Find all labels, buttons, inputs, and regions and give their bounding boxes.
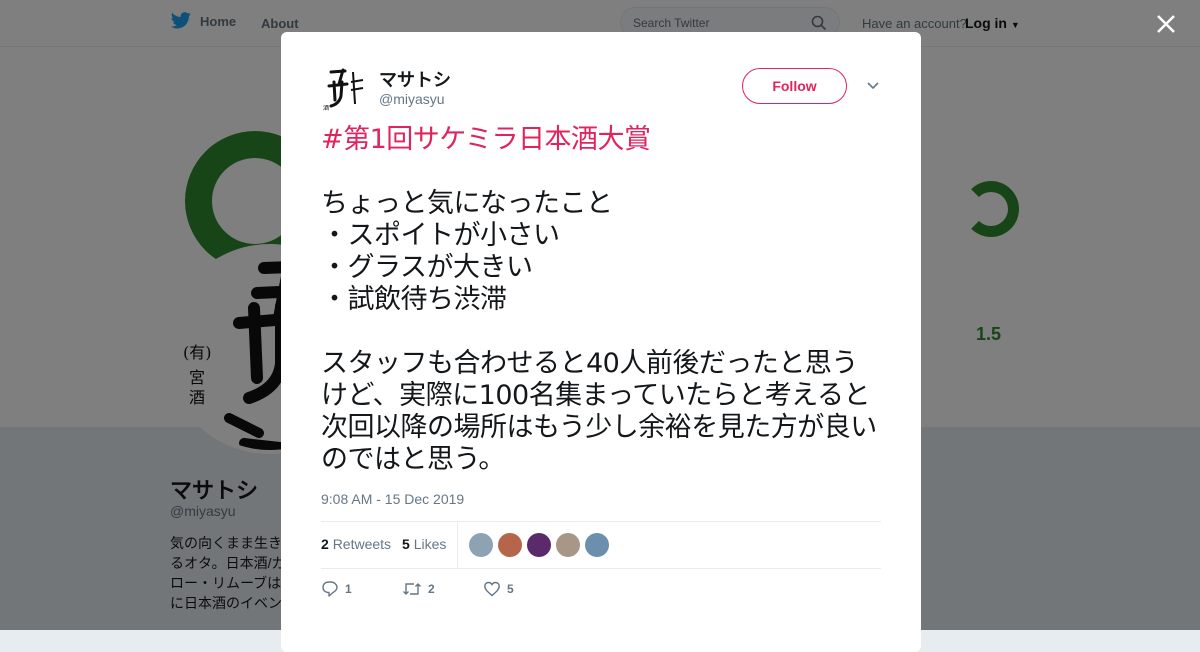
retweet-count: 2 bbox=[428, 582, 435, 596]
stats-divider bbox=[457, 522, 458, 569]
like-count: 5 bbox=[507, 582, 514, 596]
tweet-author-avatar[interactable]: 酒 bbox=[321, 64, 369, 112]
svg-text:酒: 酒 bbox=[323, 104, 329, 112]
tweet-timestamp[interactable]: 9:08 AM - 15 Dec 2019 bbox=[321, 491, 464, 507]
likes-label: Likes bbox=[413, 536, 447, 552]
liker-avatars bbox=[469, 533, 609, 557]
retweet-icon bbox=[403, 583, 421, 595]
follow-button[interactable]: Follow bbox=[742, 68, 847, 104]
retweets-stat[interactable]: 2 Retweets bbox=[321, 536, 391, 552]
tweet-actions: 1 2 5 bbox=[321, 580, 564, 598]
reply-icon bbox=[322, 581, 338, 597]
tweet-modal: 酒 マサトシ @miyasyu Follow #第1回サケミラ日本酒大賞 ちょっ… bbox=[281, 32, 921, 652]
tweet-body: ちょっと気になったこと ・スポイトが小さい ・グラスが大きい ・試飲待ち渋滞 ス… bbox=[321, 188, 877, 475]
calligraphy-avatar-icon: 酒 bbox=[321, 64, 369, 112]
retweet-button[interactable]: 2 bbox=[402, 580, 483, 598]
tweet-author-handle[interactable]: @miyasyu bbox=[379, 91, 445, 107]
chevron-down-icon[interactable] bbox=[866, 81, 880, 91]
likes-stat[interactable]: 5 Likes bbox=[402, 536, 446, 552]
tweet-stats: 2 Retweets 5 Likes bbox=[321, 521, 881, 569]
liker-avatar[interactable] bbox=[527, 533, 551, 557]
tweet-text: #第1回サケミラ日本酒大賞 ちょっと気になったこと ・スポイトが小さい ・グラス… bbox=[321, 124, 881, 476]
reply-count: 1 bbox=[345, 582, 352, 596]
liker-avatar[interactable] bbox=[469, 533, 493, 557]
tweet-author-name[interactable]: マサトシ bbox=[379, 66, 451, 92]
liker-avatar[interactable] bbox=[498, 533, 522, 557]
reply-button[interactable]: 1 bbox=[321, 580, 402, 598]
likes-count: 5 bbox=[402, 536, 410, 552]
retweets-count: 2 bbox=[321, 536, 329, 552]
retweets-label: Retweets bbox=[332, 536, 392, 552]
liker-avatar[interactable] bbox=[585, 533, 609, 557]
like-button[interactable]: 5 bbox=[483, 580, 564, 598]
liker-avatar[interactable] bbox=[556, 533, 580, 557]
tweet-hashtag-link[interactable]: #第1回サケミラ日本酒大賞 bbox=[321, 124, 651, 155]
close-icon[interactable] bbox=[1154, 12, 1178, 36]
heart-icon bbox=[484, 581, 500, 597]
